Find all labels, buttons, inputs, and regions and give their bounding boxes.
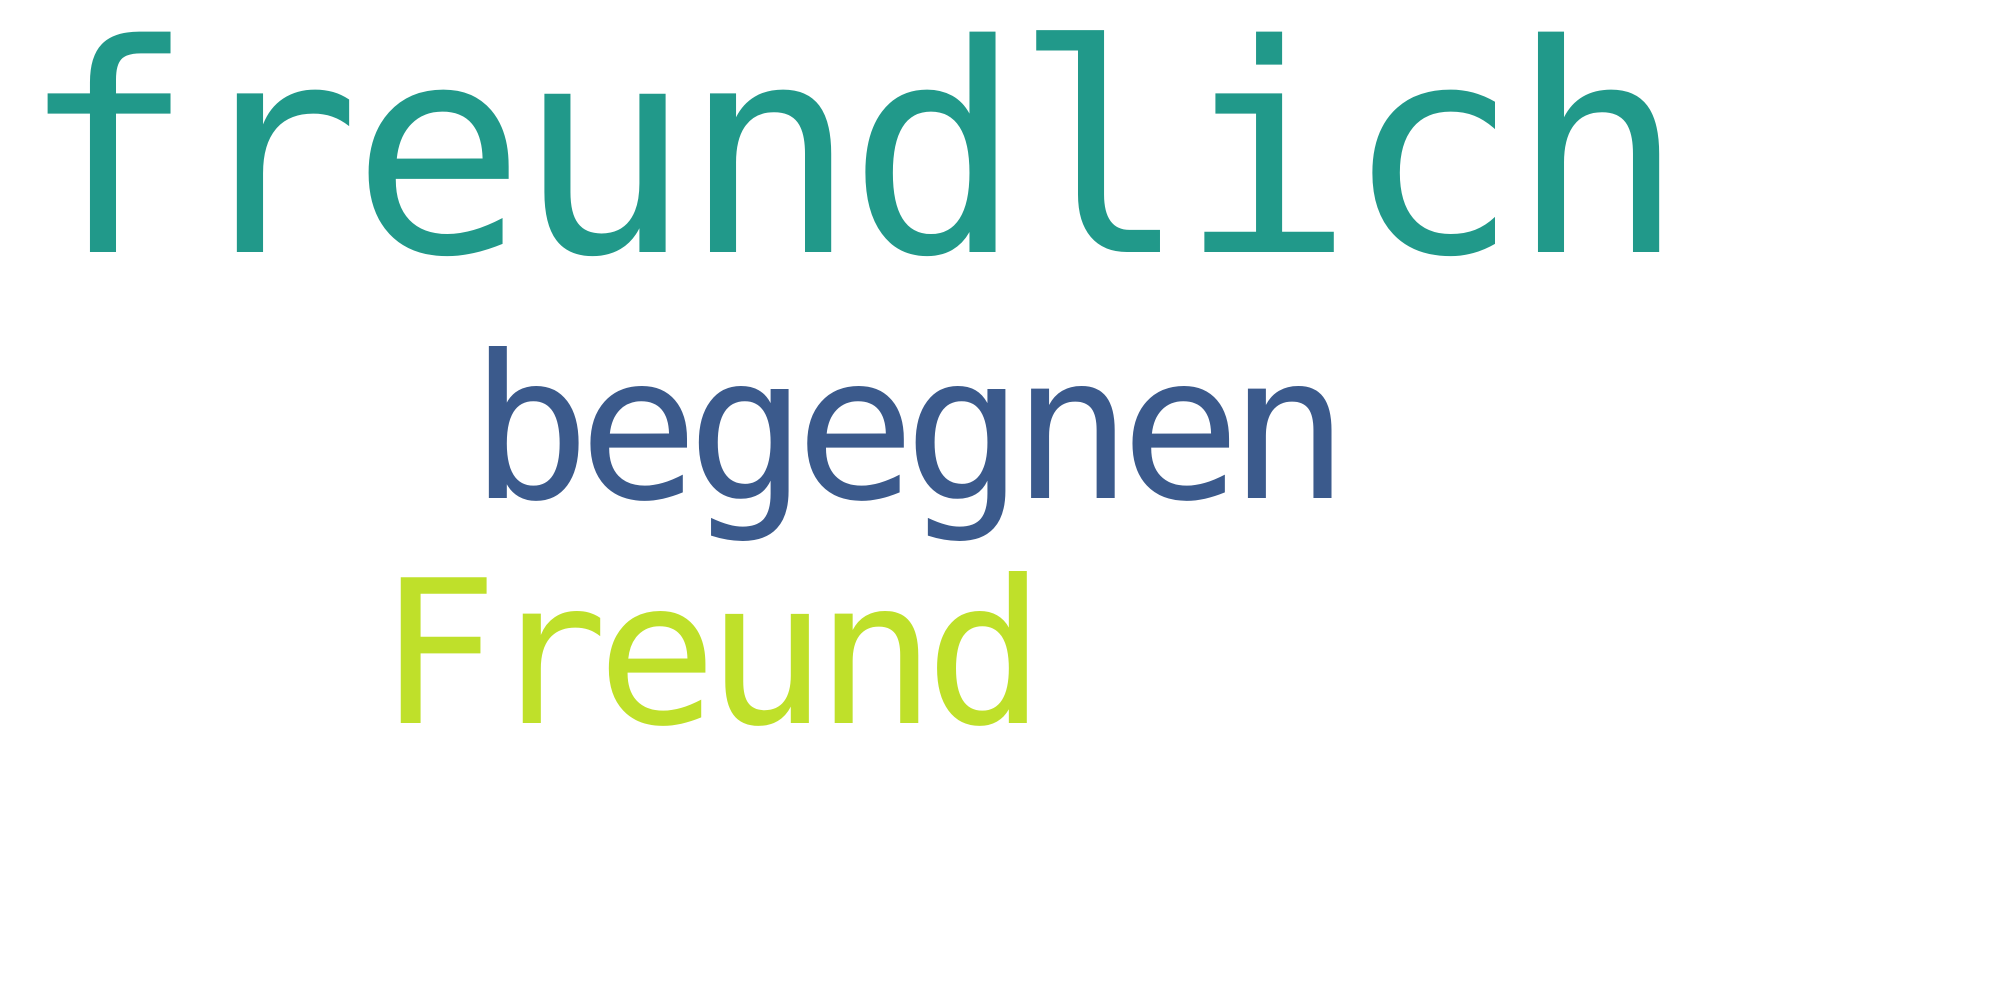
word-begegnen: begegnen [470, 313, 1349, 546]
word-freund: Freund [378, 538, 1045, 771]
word-cloud: freundlich begegnen Freund [0, 0, 2000, 1000]
word-freundlich: freundlich [20, 0, 1685, 321]
